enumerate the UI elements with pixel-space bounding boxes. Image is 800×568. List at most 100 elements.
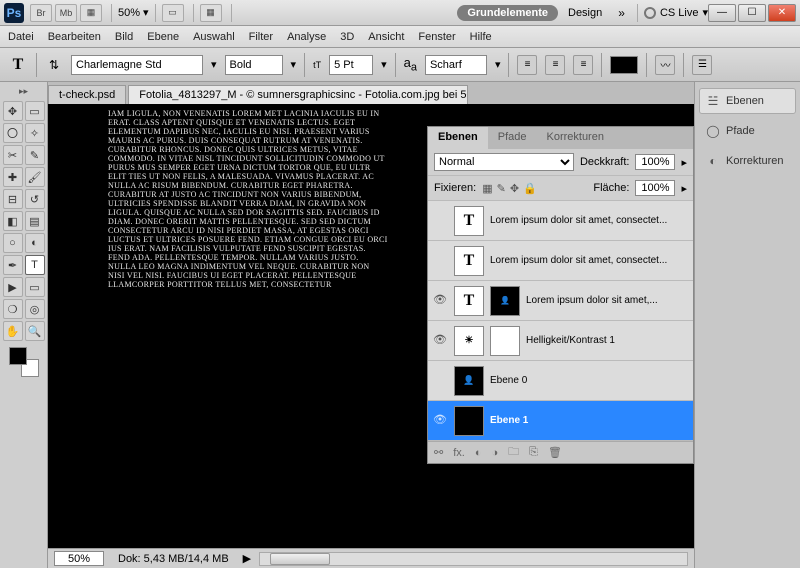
align-center-button[interactable]: ≡ <box>545 55 565 75</box>
panel-tab-korrekturen[interactable]: Korrekturen <box>536 127 613 149</box>
opacity-dropdown-icon[interactable]: ▸ <box>681 156 687 169</box>
eraser-tool[interactable]: ◧ <box>3 211 23 231</box>
font-weight-dropdown-icon[interactable]: ▾ <box>291 58 297 71</box>
opacity-field[interactable] <box>635 154 675 170</box>
lock-paint-icon[interactable]: ✎ <box>497 182 506 195</box>
eyedropper-tool[interactable]: ✎ <box>25 145 45 165</box>
layer-mask-thumb[interactable] <box>490 326 520 356</box>
visibility-icon[interactable]: 👁 <box>432 333 448 349</box>
dock-ebenen-button[interactable]: ☱ Ebenen <box>699 88 796 114</box>
foreground-color[interactable] <box>9 347 27 365</box>
crop-tool[interactable]: ✂ <box>3 145 23 165</box>
tab-fotolia[interactable]: Fotolia_4813297_M - © sumnersgraphicsinc… <box>128 85 468 104</box>
font-size-dropdown-icon[interactable]: ▾ <box>381 58 387 71</box>
dock-pfade-button[interactable]: ◯ Pfade <box>699 118 796 144</box>
dodge-tool[interactable]: ◐ <box>25 233 45 253</box>
menu-filter[interactable]: Filter <box>249 31 273 43</box>
visibility-icon[interactable]: 👁 <box>432 373 448 389</box>
new-group-icon[interactable]: 🗀 <box>508 443 519 462</box>
lock-all-icon[interactable]: 🔒 <box>523 182 537 195</box>
layer-row[interactable]: 👁 ☀ Helligkeit/Kontrast 1 <box>428 321 693 361</box>
visibility-icon[interactable]: 👁 <box>432 413 448 429</box>
panel-tab-pfade[interactable]: Pfade <box>488 127 537 149</box>
hand-tool[interactable]: ✋ <box>3 321 23 341</box>
new-layer-icon[interactable]: ⎘ <box>529 446 538 459</box>
dock-korrekturen-button[interactable]: ◐ Korrekturen <box>699 148 796 174</box>
gradient-tool[interactable]: ▤ <box>25 211 45 231</box>
shape-tool[interactable]: ▭ <box>25 277 45 297</box>
canvas[interactable]: IAM LIGULA, NON VENENATIS LOREM MET LACI… <box>48 104 694 548</box>
collapse-toolbox-icon[interactable]: ▸▸ <box>19 86 28 97</box>
layer-mask-thumb[interactable]: 👤 <box>490 286 520 316</box>
blur-tool[interactable]: ○ <box>3 233 23 253</box>
add-mask-icon[interactable]: ◐ <box>475 447 482 459</box>
panel-tab-ebenen[interactable]: Ebenen <box>428 127 488 149</box>
wand-tool[interactable]: ✧ <box>25 123 45 143</box>
workspace-design[interactable]: Design <box>558 5 612 21</box>
minibridge-button[interactable]: Mb <box>55 4 77 22</box>
font-family-dropdown-icon[interactable]: ▾ <box>211 58 217 71</box>
layer-row[interactable]: 👁 T Lorem ipsum dolor sit amet, consecte… <box>428 201 693 241</box>
scrollbar-thumb[interactable] <box>270 553 330 565</box>
zoom-tool[interactable]: 🔍 <box>25 321 45 341</box>
cslive-button[interactable]: CS Live ▾ <box>644 6 708 19</box>
menu-analyse[interactable]: Analyse <box>287 31 326 43</box>
link-layers-icon[interactable]: ⚯ <box>434 446 443 459</box>
font-weight-field[interactable] <box>225 55 283 75</box>
heal-tool[interactable]: ✚ <box>3 167 23 187</box>
minimize-button[interactable]: — <box>708 4 736 22</box>
layer-row-selected[interactable]: 👁 Ebene 1 <box>428 401 693 441</box>
viewextras-button[interactable]: ▭ <box>162 4 184 22</box>
menu-ansicht[interactable]: Ansicht <box>368 31 404 43</box>
type-tool[interactable]: T <box>25 255 45 275</box>
visibility-icon[interactable]: 👁 <box>432 293 448 309</box>
3d-tool[interactable]: ❍ <box>3 299 23 319</box>
arrange-button[interactable]: ▦ <box>200 4 222 22</box>
status-doc-size[interactable]: Dok: 5,43 MB/14,4 MB <box>112 553 235 565</box>
fill-field[interactable] <box>635 180 675 196</box>
history-brush-tool[interactable]: ↺ <box>25 189 45 209</box>
align-right-button[interactable]: ≡ <box>573 55 593 75</box>
menu-auswahl[interactable]: Auswahl <box>193 31 235 43</box>
h-scrollbar[interactable] <box>259 552 688 566</box>
char-panel-button[interactable]: ☰ <box>692 55 712 75</box>
status-zoom[interactable]: 50% <box>54 551 104 566</box>
antialias-field[interactable] <box>425 55 487 75</box>
font-family-field[interactable] <box>71 55 203 75</box>
grid-button[interactable]: ▦ <box>80 4 102 22</box>
move-tool[interactable]: ✥ <box>3 101 23 121</box>
visibility-icon[interactable]: 👁 <box>432 213 448 229</box>
new-adjustment-icon[interactable]: ◑ <box>492 447 499 459</box>
lasso-tool[interactable]: 〇 <box>3 123 23 143</box>
workspace-more-icon[interactable]: » <box>618 6 625 20</box>
menu-hilfe[interactable]: Hilfe <box>470 31 492 43</box>
layer-fx-icon[interactable]: fx. <box>453 447 465 459</box>
tab-tcheck[interactable]: t-check.psd <box>48 85 126 104</box>
brush-tool[interactable]: 🖌 <box>25 167 45 187</box>
align-left-button[interactable]: ≡ <box>517 55 537 75</box>
marquee-tool[interactable]: ▭ <box>25 101 45 121</box>
stamp-tool[interactable]: ⊟ <box>3 189 23 209</box>
zoom-dropdown-icon[interactable]: ▾ <box>143 6 149 19</box>
layer-row[interactable]: 👁 👤 Ebene 0 <box>428 361 693 401</box>
orientation-icon[interactable]: ⇅ <box>45 56 63 74</box>
antialias-dropdown-icon[interactable]: ▾ <box>495 58 501 71</box>
zoom-value[interactable]: 50% <box>118 7 140 19</box>
menu-ebene[interactable]: Ebene <box>147 31 179 43</box>
path-select-tool[interactable]: ▶ <box>3 277 23 297</box>
delete-layer-icon[interactable]: 🗑 <box>548 446 562 459</box>
warp-text-button[interactable]: 〰 <box>655 55 675 75</box>
bridge-button[interactable]: Br <box>30 4 52 22</box>
menu-datei[interactable]: Datei <box>8 31 34 43</box>
text-color-swatch[interactable] <box>610 56 638 74</box>
pen-tool[interactable]: ✒ <box>3 255 23 275</box>
maximize-button[interactable]: ☐ <box>738 4 766 22</box>
menu-3d[interactable]: 3D <box>340 31 354 43</box>
visibility-icon[interactable]: 👁 <box>432 253 448 269</box>
lock-move-icon[interactable]: ✥ <box>510 182 519 195</box>
color-picker[interactable] <box>9 347 39 377</box>
layer-row[interactable]: 👁 T Lorem ipsum dolor sit amet, consecte… <box>428 241 693 281</box>
font-size-field[interactable] <box>329 55 373 75</box>
lock-transparent-icon[interactable]: ▦ <box>482 182 492 195</box>
menu-fenster[interactable]: Fenster <box>418 31 455 43</box>
